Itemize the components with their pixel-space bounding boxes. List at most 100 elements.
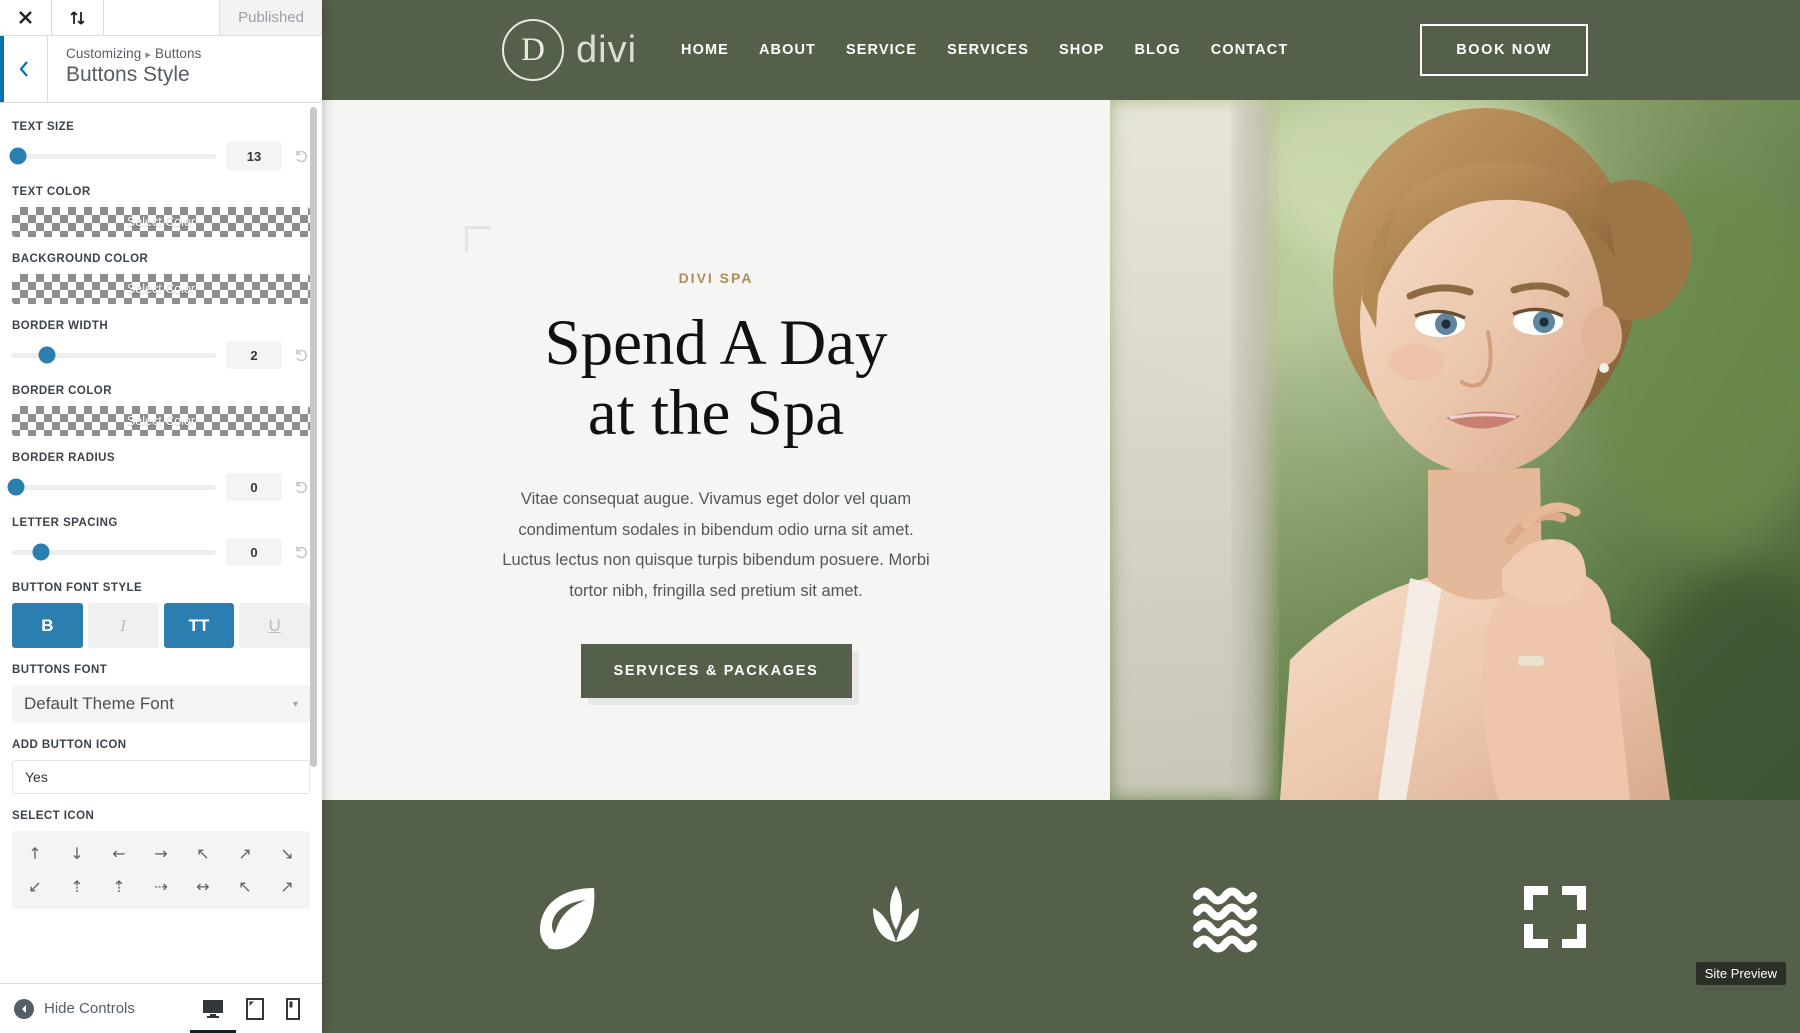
nav-item-home[interactable]: HOME <box>681 42 729 58</box>
letter-spacing-slider-knob[interactable] <box>32 543 50 561</box>
reset-icon[interactable] <box>292 480 310 495</box>
font-style-underline-button[interactable]: U <box>239 603 310 648</box>
hero-eyebrow: DIVI SPA <box>678 270 754 286</box>
site-logo[interactable]: D divi <box>502 19 637 81</box>
breadcrumb: Customizing ▸ Buttons <box>66 46 202 61</box>
icon-picker-grid: ↑ ↓ ← → ↖ ↗ ↘ ↙ ⇡ ⇡ ⇢ ↔ ↖ ↗ <box>12 831 310 909</box>
nav-item-about[interactable]: ABOUT <box>759 42 816 58</box>
customizer-footer: Hide Controls <box>0 983 322 1033</box>
text-size-label: Text Size <box>12 121 75 133</box>
page-title: Buttons Style <box>66 63 190 86</box>
hide-controls-label: Hide Controls <box>44 1000 135 1017</box>
reset-icon[interactable] <box>292 149 310 164</box>
arrow-right-icon[interactable]: → <box>140 837 182 870</box>
customizer-panel-header: Customizing ▸ Buttons Buttons Style <box>0 36 322 103</box>
border-radius-input[interactable]: 0 <box>226 473 282 501</box>
book-now-button[interactable]: BOOK NOW <box>1420 24 1588 76</box>
background-color-value: Select Color <box>126 282 196 296</box>
arrow-right-dashed-icon[interactable]: ⇢ <box>140 870 182 903</box>
text-color-label: Text Color <box>12 186 91 198</box>
arrow-up-right-alt-icon[interactable]: ↗ <box>266 870 308 903</box>
nav-item-contact[interactable]: CONTACT <box>1211 42 1289 58</box>
breadcrumb-root[interactable]: Customizing <box>66 46 141 61</box>
field-text-size: Text Size 13 <box>9 121 310 170</box>
border-width-label: Border Width <box>12 320 109 332</box>
hero-title-line-2: at the Spa <box>587 377 845 450</box>
publish-status[interactable]: Published <box>219 0 322 35</box>
border-radius-slider-knob[interactable] <box>7 478 25 496</box>
hide-controls-button[interactable]: Hide Controls <box>14 998 135 1019</box>
arrow-up-thin-icon[interactable]: ⇡ <box>56 870 98 903</box>
arrow-left-icon[interactable]: ← <box>98 837 140 870</box>
waves-icon[interactable] <box>1189 880 1263 954</box>
arrow-down-icon[interactable]: ↓ <box>56 837 98 870</box>
font-style-bold-button[interactable]: B <box>12 603 83 648</box>
arrow-down-left-icon[interactable]: ↙ <box>14 870 56 903</box>
letter-spacing-slider[interactable] <box>12 543 216 561</box>
customizer-controls: Text Size 13 Text Color <box>0 103 322 983</box>
arrow-up-right-icon[interactable]: ↗ <box>224 837 266 870</box>
desktop-icon[interactable] <box>202 999 224 1019</box>
text-size-input[interactable]: 13 <box>226 142 282 170</box>
services-packages-button[interactable]: SERVICES & PACKAGES <box>580 644 852 699</box>
add-button-icon-label: Add Button Icon <box>12 739 127 751</box>
tablet-icon[interactable] <box>246 997 264 1020</box>
reset-icon[interactable] <box>292 348 310 363</box>
text-size-slider[interactable] <box>9 147 216 165</box>
border-color-label: Border Color <box>12 385 112 397</box>
letter-spacing-input[interactable]: 0 <box>226 538 282 566</box>
hero-title: Spend A Day at the Spa <box>544 308 887 448</box>
arrow-up-left-alt-icon[interactable]: ↖ <box>224 870 266 903</box>
chevron-left-icon[interactable] <box>0 36 48 102</box>
nav-item-services[interactable]: SERVICES <box>947 42 1029 58</box>
background-color-picker[interactable]: Select Color <box>12 274 310 304</box>
arrow-up-left-icon[interactable]: ↖ <box>182 837 224 870</box>
sidebar-scrollbar[interactable] <box>310 107 317 767</box>
font-style-italic-button[interactable]: I <box>87 603 159 648</box>
builder-corner-marker-icon <box>465 226 491 252</box>
add-button-icon-input[interactable]: Yes <box>12 760 310 794</box>
button-font-style-label: Button Font Style <box>12 582 143 594</box>
arrow-up-double-icon[interactable]: ⇡ <box>98 870 140 903</box>
device-preview-group <box>202 997 308 1020</box>
mobile-icon[interactable] <box>286 997 300 1020</box>
close-icon[interactable] <box>0 0 52 35</box>
border-color-picker[interactable]: Select Color <box>12 406 310 436</box>
nav-item-blog[interactable]: BLOG <box>1134 42 1180 58</box>
customizer-app: Published Customizing ▸ Buttons Buttons St… <box>0 0 1800 1033</box>
field-border-color: Border Color Select Color <box>12 385 310 436</box>
arrow-up-icon[interactable]: ↑ <box>14 837 56 870</box>
sort-updown-icon[interactable] <box>52 0 104 35</box>
border-width-slider-knob[interactable] <box>38 346 56 364</box>
arrow-down-right-icon[interactable]: ↘ <box>266 837 308 870</box>
nav-item-service[interactable]: SERVICE <box>846 42 917 58</box>
primary-nav: HOME ABOUT SERVICE SERVICES SHOP BLOG CO… <box>681 42 1288 58</box>
buttons-font-select[interactable]: Default Theme Font ▾ <box>12 685 310 723</box>
border-width-input[interactable]: 2 <box>226 341 282 369</box>
select-icon-label: Select Icon <box>12 810 95 822</box>
hero-title-line-1: Spend A Day <box>544 307 888 379</box>
site-preview: D divi HOME ABOUT SERVICE SERVICES SHOP … <box>322 0 1800 1033</box>
corners-icon[interactable] <box>1518 880 1592 954</box>
panel-titles: Customizing ▸ Buttons Buttons Style <box>48 36 202 102</box>
font-style-toggle-group: B I TT U <box>12 603 310 648</box>
reset-icon[interactable] <box>292 545 310 560</box>
text-color-picker[interactable]: Select Color <box>12 207 310 237</box>
leaf-icon[interactable] <box>530 880 604 954</box>
buttons-font-label: Buttons Font <box>12 664 108 676</box>
hero-image <box>1110 100 1800 800</box>
nav-item-shop[interactable]: SHOP <box>1059 42 1105 58</box>
divi-logo-icon: D <box>502 19 564 81</box>
text-size-slider-knob[interactable] <box>9 147 27 165</box>
arrow-left-right-icon[interactable]: ↔ <box>182 870 224 903</box>
font-style-uppercase-button[interactable]: TT <box>163 603 235 648</box>
hero-content: DIVI SPA Spend A Day at the Spa Vitae co… <box>322 100 1110 800</box>
breadcrumb-separator-icon: ▸ <box>145 49 152 61</box>
border-radius-slider[interactable] <box>7 478 216 496</box>
border-width-slider[interactable] <box>12 346 216 364</box>
buttons-font-value: Default Theme Font <box>24 694 174 713</box>
lotus-icon[interactable] <box>859 880 933 954</box>
breadcrumb-current: Buttons <box>155 46 202 61</box>
field-text-color: Text Color Select Color <box>12 186 310 237</box>
